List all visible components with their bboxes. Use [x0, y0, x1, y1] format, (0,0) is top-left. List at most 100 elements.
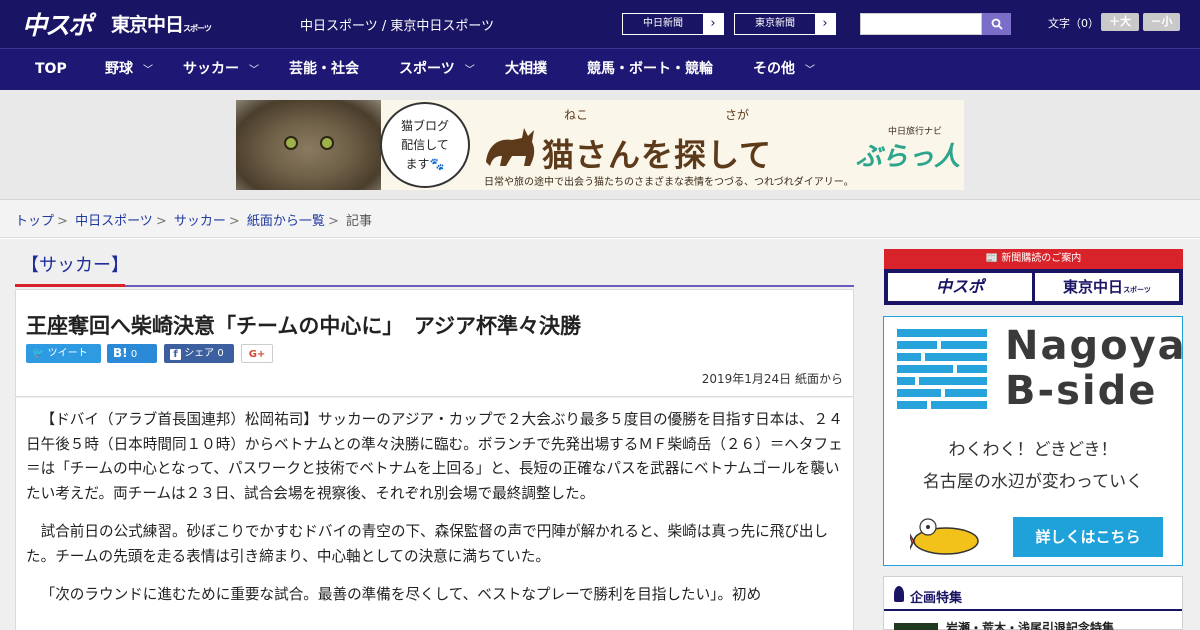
subscription-heading-text: 新聞購読のご案内	[1001, 253, 1082, 264]
font-size-increase-button[interactable]: ＋大	[1101, 13, 1139, 31]
article-header: 王座奪回へ柴崎決意「チームの中心に」 アジア杯準々決勝 🐦 ツイート B! 0 …	[15, 289, 854, 397]
ext-link-label: 東京新聞	[755, 18, 795, 29]
nav-item-sumo[interactable]: 大相撲	[505, 49, 547, 91]
nav-label: サッカー	[183, 61, 239, 77]
tokyo-chunichi-logo[interactable]: 東京中日スポーツ	[111, 10, 212, 37]
article-paragraph: 試合前日の公式練習。砂ぼこりでかすむドバイの青空の下、森保監督の声で円陣が解かれ…	[26, 523, 829, 565]
nav-label: TOP	[35, 61, 67, 77]
feature-thumbnail	[894, 622, 938, 630]
hatena-count: 0	[130, 349, 138, 360]
subscribe-tokyo-label: 東京中日	[1063, 278, 1124, 296]
breadcrumb: トップ > 中日スポーツ > サッカー > 紙面から一覧 > 記事	[0, 200, 1200, 238]
hatena-bookmark-button[interactable]: B! 0	[107, 344, 157, 363]
font-size-decrease-button[interactable]: －小	[1143, 13, 1180, 31]
bubble-line: 猫ブログ	[400, 119, 449, 133]
subscription-heading: 📰 新聞購読のご案内	[884, 249, 1183, 269]
category-heading: 【サッカー】	[15, 247, 854, 287]
chunichi-shimbun-link[interactable]: 中日新聞 ›	[622, 13, 724, 35]
banner-area: 猫ブログ 配信して ます🐾 ねこ さが 猫さんを探して 日常や旅の途中で出会う猫…	[0, 90, 1200, 200]
bubble-line: 配信して	[401, 138, 449, 152]
nav-label: 競馬・ボート・競輪	[587, 61, 713, 77]
subscribe-tokyo-small: スポーツ	[1123, 286, 1151, 294]
nav-item-racing[interactable]: 競馬・ボート・競輪	[587, 49, 713, 91]
site-name: 中日スポーツ / 東京中日スポーツ	[300, 19, 495, 34]
tweet-button[interactable]: 🐦 ツイート	[26, 344, 101, 363]
bubble-line: ます🐾	[405, 157, 445, 171]
breadcrumb-top[interactable]: トップ	[15, 214, 54, 229]
chevron-down-icon: ﹀	[805, 65, 815, 76]
breadcrumb-chunichi-sports[interactable]: 中日スポーツ	[75, 214, 153, 229]
article-paragraph: 「次のラウンドに進むために重要な試合。最善の準備を尽くして、ベストなプレーで勝利…	[40, 586, 762, 603]
chevron-right-icon: ›	[703, 14, 723, 34]
twitter-icon: 🐦	[32, 348, 45, 359]
cat-silhouette-icon	[486, 128, 535, 166]
subscription-box: 📰 新聞購読のご案内 中スポ 東京中日スポーツ	[884, 249, 1183, 305]
nav-item-entertainment[interactable]: 芸能・社会	[289, 49, 359, 91]
breadcrumb-soccer[interactable]: サッカー	[174, 214, 226, 229]
nav-label: 芸能・社会	[289, 61, 359, 77]
tokyo-shimbun-link[interactable]: 東京新聞 ›	[734, 13, 836, 35]
site-header: 中スポ 東京中日スポーツ 中日スポーツ / 東京中日スポーツ 中日新聞 › 東京…	[0, 0, 1200, 48]
feature-box: 企画特集 岩瀬・荒木・浅尾引退記念特集	[883, 576, 1183, 630]
bside-details-button[interactable]: 詳しくはこちら	[1013, 517, 1163, 557]
facebook-share-button[interactable]: f シェア 0	[164, 344, 234, 363]
nav-label: 大相撲	[505, 61, 547, 77]
nav-item-top[interactable]: TOP	[35, 49, 67, 91]
tokyo-logo-text: 東京中日	[111, 14, 184, 36]
subscribe-chuspo-button[interactable]: 中スポ	[888, 273, 1032, 301]
search-button[interactable]	[982, 13, 1011, 35]
article-body: 【ドバイ（アラブ首長国連邦）松岡祐司】サッカーのアジア・カップで２大会ぶり最多５…	[15, 398, 854, 630]
breadcrumb-paper-list[interactable]: 紙面から一覧	[247, 214, 325, 229]
subscribe-tokyo-button[interactable]: 東京中日スポーツ	[1035, 273, 1179, 301]
nav-item-sports[interactable]: スポーツ ﹀	[399, 49, 475, 91]
bside-title-line2: B-side	[1005, 368, 1158, 414]
facebook-count: 0	[217, 348, 224, 359]
breadcrumb-separator: >	[155, 214, 167, 229]
breadcrumb-separator: >	[327, 214, 339, 229]
bside-title-line1: Nagoya	[1005, 323, 1187, 369]
nav-label: スポーツ	[399, 61, 455, 77]
feature-item-text: 岩瀬・荒木・浅尾引退記念特集	[946, 621, 1115, 630]
speech-bubble: 猫ブログ 配信して ます🐾	[380, 102, 470, 188]
chevron-down-icon: ﹀	[464, 65, 475, 76]
banner-title: 猫さんを探して	[542, 136, 773, 174]
burattobito-logo: ぶらっ人	[856, 142, 961, 172]
breadcrumb-separator: >	[228, 214, 240, 229]
google-plus-button[interactable]: G+	[241, 344, 273, 363]
article-title: 王座奪回へ柴崎決意「チームの中心に」 アジア杯準々決勝	[26, 314, 582, 338]
search-input[interactable]	[860, 13, 982, 35]
bside-tagline-2: 名古屋の水辺が変わっていく	[922, 472, 1144, 492]
banner-ruby: さが	[725, 108, 750, 122]
fried-shrimp-mascot-icon	[910, 518, 979, 555]
article-paragraph: 【ドバイ（アラブ首長国連邦）松岡祐司】サッカーのアジア・カップで２大会ぶり最多５…	[26, 411, 843, 502]
newspaper-icon: 📰	[985, 253, 999, 264]
nav-label: 野球	[105, 61, 133, 77]
cat-blog-banner[interactable]: 猫ブログ 配信して ます🐾 ねこ さが 猫さんを探して 日常や旅の途中で出会う猫…	[236, 100, 964, 190]
nav-item-soccer[interactable]: サッカー ﹀	[183, 49, 259, 91]
brick-wall-icon	[897, 329, 987, 417]
breadcrumb-current: 記事	[345, 214, 372, 229]
nav-item-other[interactable]: その他 ﹀	[753, 49, 815, 91]
search-icon	[991, 18, 1003, 30]
chevron-down-icon: ﹀	[143, 65, 153, 76]
category-label[interactable]: 【サッカー】	[21, 251, 129, 277]
feature-heading-text: 企画特集	[910, 591, 963, 606]
chevron-down-icon: ﹀	[249, 65, 259, 76]
cat-eye	[284, 136, 298, 150]
nav-label: その他	[753, 61, 795, 77]
heading-accent-purple	[125, 285, 854, 287]
chuspo-logo[interactable]: 中スポ	[22, 6, 93, 42]
ribbon-icon	[894, 586, 904, 602]
feature-item[interactable]: 岩瀬・荒木・浅尾引退記念特集	[894, 619, 1114, 630]
facebook-share-label: シェア	[184, 348, 215, 359]
breadcrumb-separator: >	[57, 214, 68, 229]
tweet-label: ツイート	[47, 348, 88, 359]
nav-item-baseball[interactable]: 野球 ﹀	[105, 49, 153, 91]
cat-eye	[320, 136, 334, 150]
nagoya-bside-ad[interactable]: Nagoya B-side わくわく！どきどき！ 名古屋の水辺が変わっていく 詳…	[883, 316, 1185, 566]
hatena-icon: B!	[113, 346, 128, 360]
banner-ruby: ねこ	[564, 108, 589, 122]
heading-accent-red	[15, 284, 125, 287]
facebook-icon: f	[170, 349, 181, 360]
bside-tagline-1: わくわく！どきどき！	[948, 440, 1118, 460]
